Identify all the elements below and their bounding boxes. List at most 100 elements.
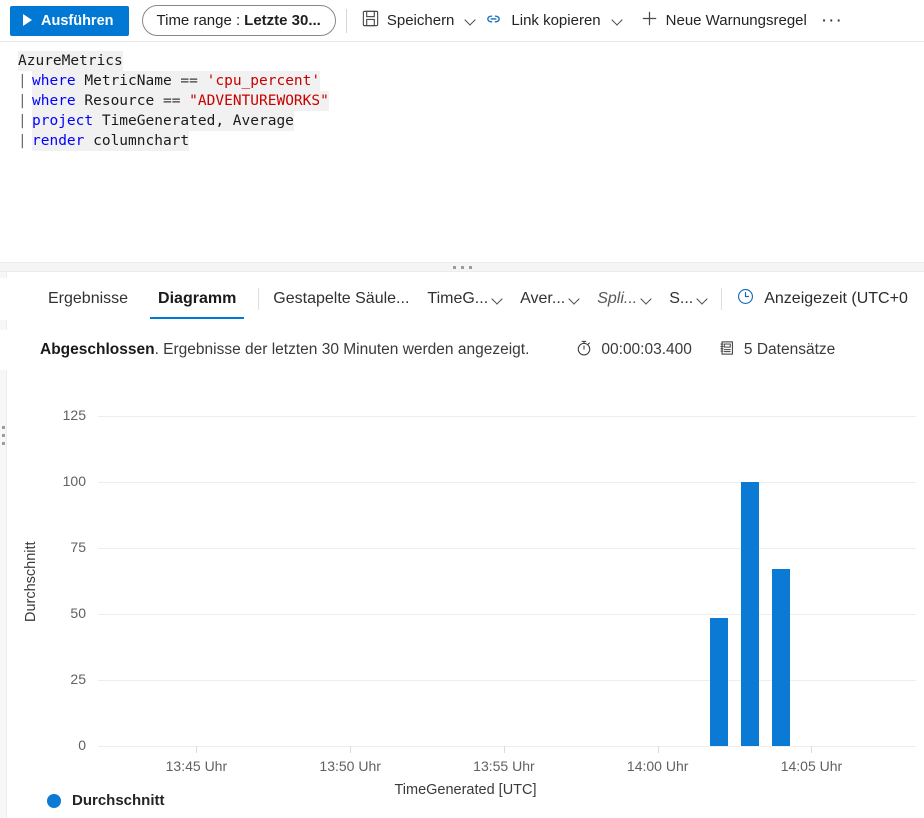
query-status-bar: Abgeschlossen . Ergebnisse der letzten 3…: [0, 330, 924, 370]
left-panel-splitter[interactable]: [0, 422, 7, 448]
time-range-value: Letzte 30...: [244, 12, 321, 29]
record-count: 5 Datensätze: [718, 339, 835, 362]
kql-query-editor[interactable]: AzureMetrics | where MetricName == 'cpu_…: [0, 41, 924, 254]
x-tick-label: 13:50 Uhr: [319, 758, 381, 774]
timezone-label: Anzeigezeit (UTC+0: [764, 290, 908, 307]
y-gridline: [98, 416, 916, 417]
splitter-dot: [468, 265, 472, 269]
aggregation-dropdown[interactable]: S...: [669, 279, 707, 319]
x-axis-value: TimeG...: [427, 290, 489, 307]
x-axis-dropdown[interactable]: TimeG...: [427, 279, 502, 319]
play-icon: [21, 14, 34, 27]
split-by-value: Spli...: [597, 290, 638, 307]
more-commands-button[interactable]: ···: [815, 11, 849, 30]
aggregation-value: S...: [669, 290, 694, 307]
x-tick: [503, 746, 505, 753]
y-axis-value: Aver...: [520, 290, 566, 307]
splitter-dot: [2, 441, 5, 445]
chart-bar[interactable]: [710, 617, 729, 746]
query-text: where MetricName == 'cpu_percent': [32, 71, 321, 91]
x-tick-label: 14:05 Uhr: [780, 758, 843, 774]
run-query-label: Ausführen: [41, 12, 114, 29]
query-line: | where Resource == "ADVENTUREWORKS": [18, 91, 924, 111]
chevron-down-icon: [698, 295, 707, 304]
chart-legend[interactable]: Durchschnitt: [47, 792, 165, 809]
tab-divider: [721, 288, 723, 310]
query-line: | where MetricName == 'cpu_percent': [18, 71, 924, 91]
split-by-dropdown[interactable]: Spli...: [597, 279, 651, 319]
chevron-down-icon[interactable]: [613, 16, 622, 25]
command-toolbar: Ausführen Time range : Letzte 30... Spei…: [0, 0, 924, 41]
tab-results-label: Ergebnisse: [48, 290, 129, 307]
save-button[interactable]: Speichern: [357, 6, 480, 36]
toolbar-divider-1: [345, 8, 347, 33]
save-label: Speichern: [386, 12, 455, 29]
plus-icon: [640, 9, 659, 32]
tab-divider: [258, 288, 260, 310]
y-gridline: [98, 680, 916, 681]
y-tick-label: 100: [62, 473, 86, 489]
pipe-glyph: |: [18, 73, 27, 89]
copy-link-label: Link kopieren: [511, 12, 601, 29]
new-alert-rule-label: Neue Warnungsregel: [665, 12, 807, 29]
y-tick-label: 75: [70, 539, 86, 555]
record-count-value: 5 Datensätze: [743, 341, 836, 358]
legend-swatch: [47, 793, 61, 808]
y-tick-label: 50: [70, 605, 86, 621]
chevron-down-icon: [642, 295, 651, 304]
y-gridline: [98, 614, 916, 615]
pipe-glyph: |: [18, 133, 27, 149]
chart-type-value: Gestapelte Säule...: [273, 290, 410, 307]
query-line: AzureMetrics: [18, 51, 924, 71]
status-state: Abgeschlossen: [40, 341, 155, 358]
y-axis-dropdown[interactable]: Aver...: [520, 279, 579, 319]
query-text: AzureMetrics: [18, 51, 123, 71]
x-tick-label: 13:45 Uhr: [165, 758, 228, 774]
y-gridline: [98, 482, 916, 483]
y-tick-label: 0: [78, 737, 86, 753]
save-disk-icon: [361, 9, 380, 32]
results-tabbar: Ergebnisse Diagramm Gestapelte Säule... …: [0, 278, 924, 320]
chart-plot-area[interactable]: 0 25 50 75 100 125 13:45 Uhr 13:50 Uhr 13:55 Uhr…: [63, 407, 916, 774]
status-message: . Ergebnisse der letzten 30 Minuten werd…: [154, 341, 530, 358]
y-gridline: [98, 746, 916, 747]
chart-bar[interactable]: [771, 569, 790, 746]
splitter-dot: [460, 265, 464, 269]
run-query-button[interactable]: Ausführen: [10, 5, 129, 36]
y-gridline: [98, 548, 916, 549]
splitter-dot: [2, 425, 5, 429]
x-tick-label: 13:55 Uhr: [473, 758, 535, 774]
editor-results-splitter[interactable]: [0, 262, 924, 272]
stopwatch-icon: [575, 339, 593, 362]
time-range-picker[interactable]: Time range : Letzte 30...: [141, 5, 336, 36]
pipe-glyph: |: [18, 113, 27, 129]
pipe-glyph: |: [18, 93, 27, 109]
query-line: | project TimeGenerated, Average: [18, 111, 924, 131]
query-duration: 00:00:03.400: [575, 339, 692, 362]
query-text: where Resource == "ADVENTUREWORKS": [32, 91, 329, 111]
x-tick: [811, 746, 813, 753]
y-tick-label: 25: [70, 671, 86, 687]
splitter-dot: [2, 433, 5, 437]
y-axis-title: Durchschnitt: [23, 540, 39, 622]
x-tick-label: 14:00 Uhr: [626, 758, 689, 774]
chart-bar[interactable]: [740, 482, 759, 746]
chart-type-dropdown[interactable]: Gestapelte Säule...: [273, 279, 409, 319]
x-tick: [657, 746, 659, 753]
query-duration-value: 00:00:03.400: [601, 341, 692, 358]
legend-label: Durchschnitt: [72, 792, 165, 809]
x-tick: [350, 746, 352, 753]
query-line: | render columnchart: [18, 131, 924, 151]
time-range-label: Time range :: [156, 12, 241, 29]
tab-chart[interactable]: Diagramm: [150, 279, 245, 319]
log-analytics-query-page: Ausführen Time range : Letzte 30... Spei…: [0, 0, 924, 818]
query-text: render columnchart: [32, 131, 190, 151]
new-alert-rule-button[interactable]: Neue Warnungsregel: [636, 6, 811, 36]
tab-results[interactable]: Ergebnisse: [40, 279, 136, 319]
chevron-down-icon[interactable]: [466, 16, 475, 25]
y-tick-label: 125: [62, 407, 86, 423]
timezone-selector[interactable]: Anzeigezeit (UTC+0: [736, 287, 908, 311]
copy-link-button[interactable]: Link kopieren: [479, 6, 625, 36]
x-tick: [196, 746, 198, 753]
clock-icon: [736, 287, 755, 311]
